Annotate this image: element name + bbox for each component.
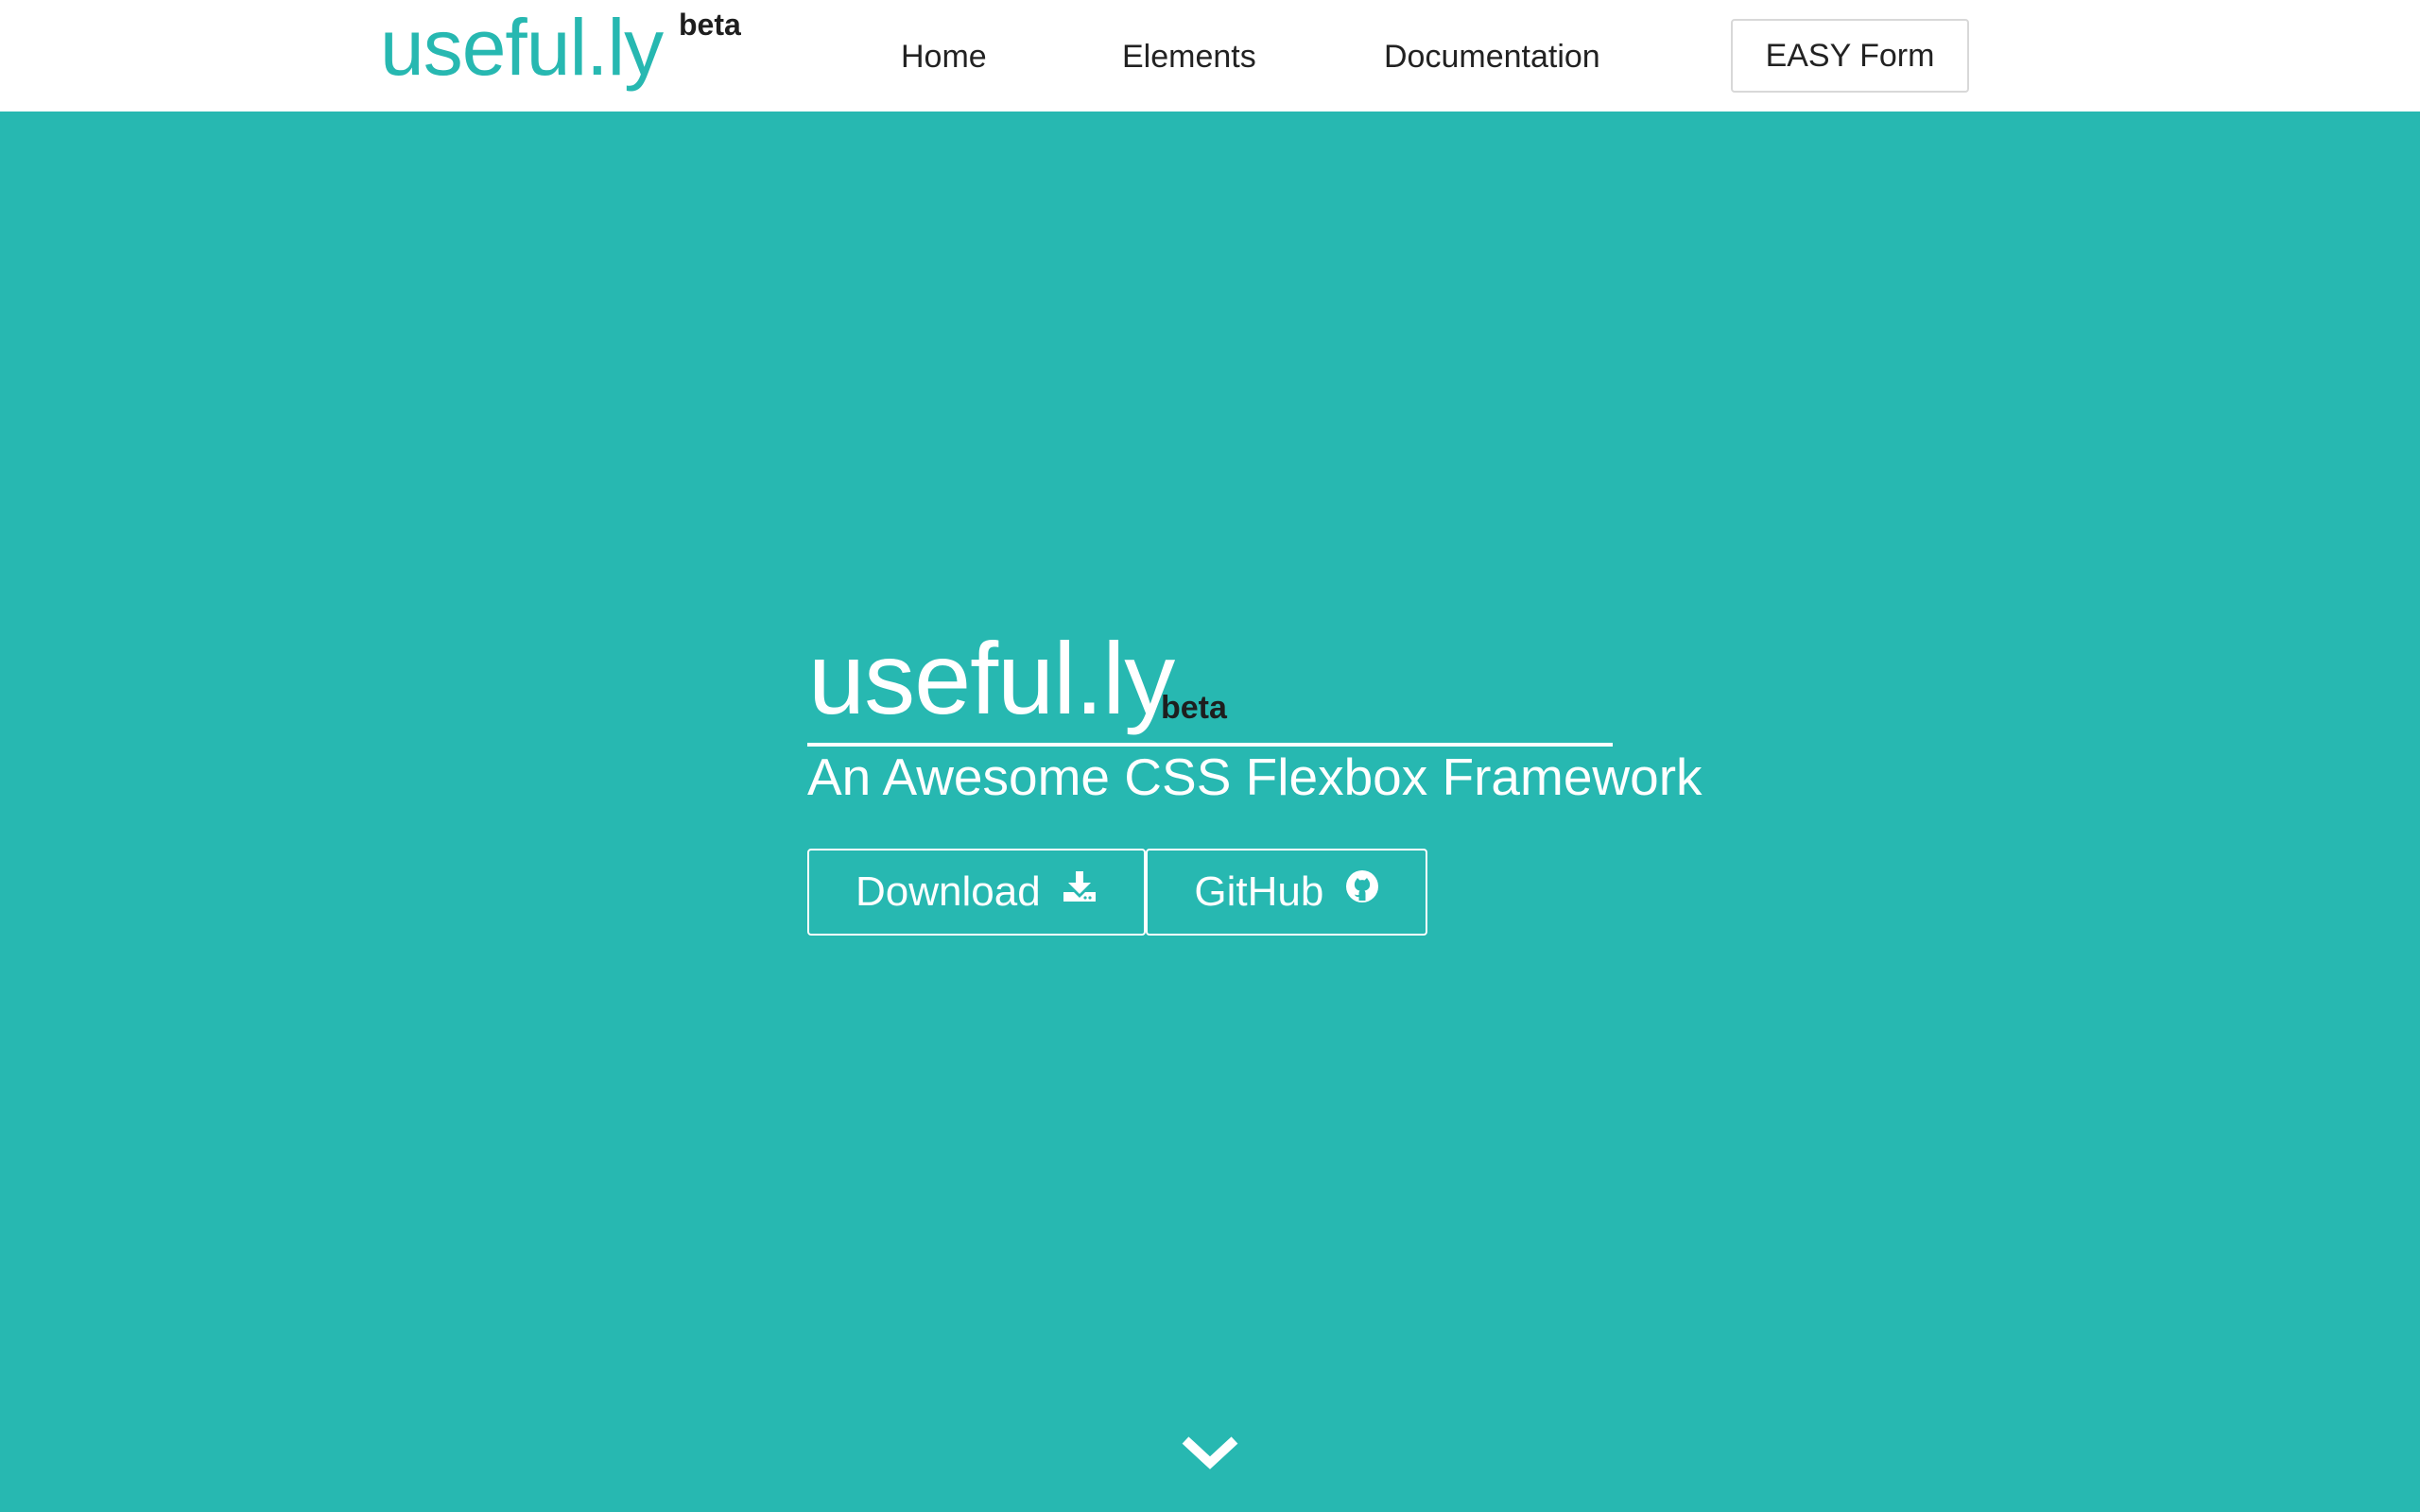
hero-beta-badge: beta — [1161, 690, 1227, 726]
easy-form-button[interactable]: EASY Form — [1731, 19, 1969, 93]
github-icon — [1345, 849, 1379, 932]
nav-link-elements[interactable]: Elements — [1122, 36, 1256, 77]
github-button-label: GitHub — [1194, 868, 1324, 915]
brand-name: useful.ly — [380, 3, 664, 92]
top-navbar: useful.ly beta Home Elements Documentati… — [0, 0, 2420, 112]
brand-beta-badge: beta — [679, 8, 741, 42]
hero-section: useful.ly beta An Awesome CSS Flexbox Fr… — [0, 112, 2420, 1512]
nav-link-home[interactable]: Home — [901, 36, 987, 77]
download-button[interactable]: Download — [807, 849, 1146, 936]
download-icon — [1062, 849, 1098, 932]
hero-title: useful.ly — [808, 621, 1175, 735]
download-button-label: Download — [856, 868, 1041, 915]
hero-subtitle: An Awesome CSS Flexbox Framework — [807, 747, 1703, 806]
chevron-down-icon[interactable] — [1182, 1435, 1238, 1472]
nav-link-documentation[interactable]: Documentation — [1384, 36, 1600, 77]
github-button[interactable]: GitHub — [1146, 849, 1427, 936]
